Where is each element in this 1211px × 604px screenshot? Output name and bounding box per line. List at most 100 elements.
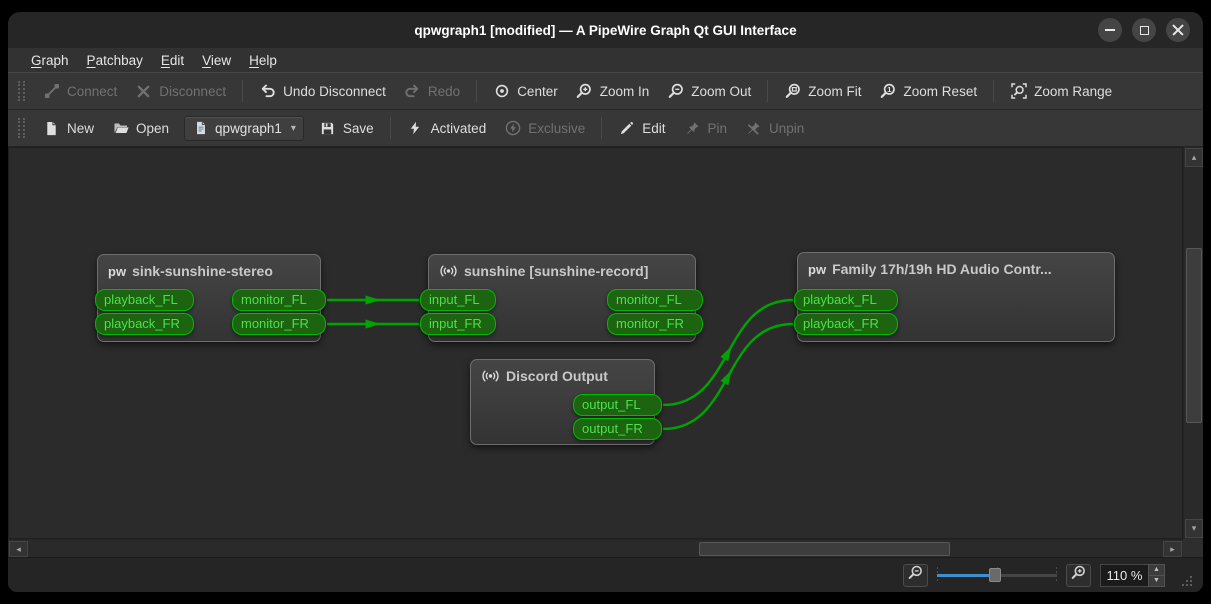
port-sink-playback_FR[interactable]: playback_FR — [95, 313, 194, 335]
port-sink-playback_FL[interactable]: playback_FL — [95, 289, 194, 311]
arrow-right-icon: ▸ — [1170, 543, 1175, 554]
zoom-slider[interactable] — [937, 565, 1057, 585]
scroll-down-button[interactable]: ▾ — [1185, 519, 1203, 538]
port-layer: playback_FL playback_FR monitor_FL monitor_… — [9, 148, 1182, 538]
toolbar-separator — [601, 117, 603, 139]
unpin-icon — [745, 120, 762, 137]
zoom-range-button[interactable]: Zoom Range — [1001, 78, 1121, 105]
open-label: Open — [136, 120, 170, 136]
center-icon — [493, 83, 510, 100]
arrow-down-icon: ▾ — [1191, 523, 1197, 533]
unpin-button[interactable]: Unpin — [736, 115, 813, 142]
zoom-slider-handle[interactable] — [988, 568, 1001, 582]
zoom-fit-button[interactable]: Zoom Fit — [775, 78, 870, 105]
port-family-playback_FL[interactable]: playback_FL — [794, 289, 898, 311]
port-sunshine-monitor_FL[interactable]: monitor_FL — [607, 289, 703, 311]
undo-disconnect-button[interactable]: Undo Disconnect — [250, 78, 395, 105]
port-family-playback_FR[interactable]: playback_FR — [794, 313, 898, 335]
center-button[interactable]: Center — [484, 78, 567, 105]
menu-bar: Graph Patchbay Edit View Help — [8, 48, 1203, 72]
svg-text:1: 1 — [887, 85, 891, 94]
zoom-value[interactable]: 110 % — [1100, 563, 1148, 587]
port-sink-monitor_FR[interactable]: monitor_FR — [232, 313, 326, 335]
undo-disconnect-label: Undo Disconnect — [283, 83, 386, 99]
redo-label: Redo — [427, 83, 461, 99]
port-discord-output_FL[interactable]: output_FL — [573, 394, 662, 416]
spin-buttons: ▲ ▼ — [1148, 563, 1165, 587]
pin-icon — [684, 120, 701, 137]
zoom-in-icon — [576, 83, 593, 100]
zoom-reset-label: Zoom Reset — [903, 83, 978, 99]
patchbay-toolbar: New Open qpwgraph1 ▾ Save Activated Excl… — [8, 110, 1203, 147]
activated-button[interactable]: Activated — [398, 115, 496, 142]
menu-graph[interactable]: Graph — [22, 48, 78, 72]
scroll-up-button[interactable]: ▴ — [1185, 148, 1203, 167]
port-sunshine-monitor_FR[interactable]: monitor_FR — [607, 313, 703, 335]
zoom-slider-fill — [937, 574, 995, 577]
arrow-up-icon: ▴ — [1191, 152, 1197, 162]
resize-grip[interactable] — [1180, 574, 1193, 587]
scroll-right-button[interactable]: ▸ — [1163, 541, 1182, 557]
horizontal-scrollbar[interactable]: ◂ ▸ — [8, 539, 1183, 557]
close-button[interactable] — [1166, 18, 1190, 42]
unpin-label: Unpin — [769, 120, 805, 136]
window-controls — [1098, 18, 1190, 42]
save-button[interactable]: Save — [310, 115, 383, 142]
disconnect-button[interactable]: Disconnect — [126, 78, 235, 105]
disconnect-label: Disconnect — [159, 83, 227, 99]
toolbar-separator — [389, 117, 391, 139]
port-sunshine-input_FR[interactable]: input_FR — [420, 313, 496, 335]
patchbay-profile-value: qpwgraph1 — [215, 120, 282, 136]
bolt-circle-icon — [504, 120, 521, 137]
patchbay-file-icon — [192, 120, 209, 137]
toolbar-drag-handle[interactable] — [18, 118, 25, 138]
patchbay-profile-combobox[interactable]: qpwgraph1 ▾ — [184, 115, 304, 141]
zoom-range-icon — [1010, 83, 1027, 100]
zoom-fit-label: Zoom Fit — [808, 83, 862, 99]
statusbar-zoom-out-button[interactable] — [903, 563, 928, 587]
minimize-button[interactable] — [1098, 18, 1122, 42]
zoom-out-label: Zoom Out — [691, 83, 752, 99]
toolbar-separator — [993, 80, 995, 102]
save-label: Save — [342, 120, 374, 136]
menu-edit[interactable]: Edit — [152, 48, 193, 72]
connect-icon — [43, 83, 60, 100]
menu-patchbay[interactable]: Patchbay — [78, 48, 152, 72]
connect-button[interactable]: Connect — [34, 78, 126, 105]
arrow-left-icon: ◂ — [16, 543, 21, 554]
maximize-button[interactable] — [1132, 18, 1156, 42]
vertical-scrollbar[interactable]: ▴ ▾ — [1183, 147, 1203, 539]
menu-help[interactable]: Help — [240, 48, 286, 72]
zoom-spinbox[interactable]: 110 % ▲ ▼ — [1100, 563, 1165, 587]
toolbar-drag-handle[interactable] — [18, 81, 25, 101]
statusbar-zoom-in-button[interactable] — [1066, 563, 1091, 587]
new-button[interactable]: New — [34, 115, 103, 142]
graph-viewport[interactable]: pw sink-sunshine-stereo sunshine [sunshine… — [8, 147, 1183, 539]
menu-view[interactable]: View — [193, 48, 240, 72]
maximize-icon — [1139, 25, 1149, 35]
open-button[interactable]: Open — [103, 115, 178, 142]
exclusive-button[interactable]: Exclusive — [495, 115, 594, 142]
minimize-icon — [1105, 29, 1115, 31]
port-sunshine-input_FL[interactable]: input_FL — [420, 289, 496, 311]
redo-button[interactable]: Redo — [395, 78, 469, 105]
pin-button[interactable]: Pin — [675, 115, 737, 142]
vertical-scrollbar-thumb[interactable] — [1186, 248, 1202, 423]
zoom-out-button[interactable]: Zoom Out — [658, 78, 760, 105]
port-sink-monitor_FL[interactable]: monitor_FL — [232, 289, 326, 311]
zoom-reset-button[interactable]: 1 Zoom Reset — [871, 78, 987, 105]
horizontal-scrollbar-thumb[interactable] — [699, 542, 950, 556]
zoom-range-label: Zoom Range — [1034, 83, 1113, 99]
port-discord-output_FR[interactable]: output_FR — [573, 418, 662, 440]
edit-button[interactable]: Edit — [609, 115, 674, 142]
title-bar[interactable]: qpwgraph1 [modified] — A PipeWire Graph … — [8, 12, 1203, 48]
zoom-out-icon — [667, 83, 684, 100]
undo-icon — [259, 83, 276, 100]
connect-label: Connect — [67, 83, 118, 99]
spin-up-button[interactable]: ▲ — [1148, 563, 1165, 576]
zoom-in-button[interactable]: Zoom In — [567, 78, 659, 105]
open-folder-icon — [112, 120, 129, 137]
canvas-area: pw sink-sunshine-stereo sunshine [sunshine… — [8, 147, 1203, 557]
spin-down-button[interactable]: ▼ — [1148, 575, 1165, 587]
scroll-left-button[interactable]: ◂ — [9, 541, 28, 557]
